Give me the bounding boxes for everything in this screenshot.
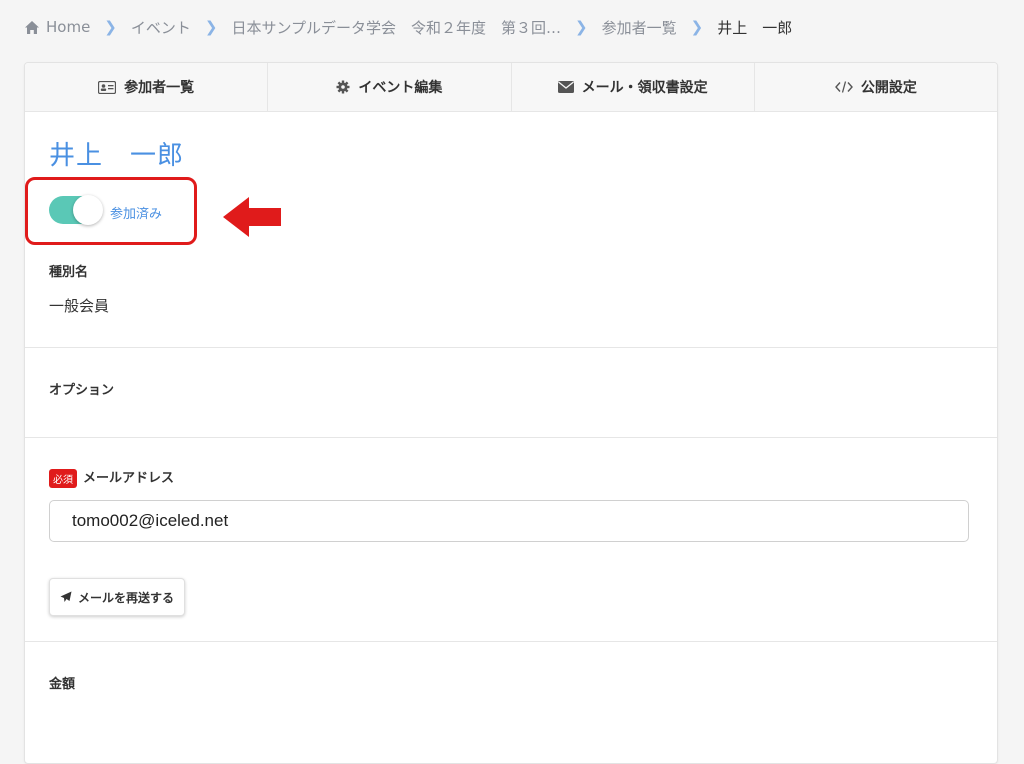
toggle-knob [73, 195, 103, 225]
email-label-row: 必須 メールアドレス [49, 467, 174, 488]
envelope-icon [557, 81, 574, 93]
breadcrumb-participants[interactable]: 参加者一覧 [602, 17, 677, 38]
tab-label: 参加者一覧 [124, 80, 195, 96]
breadcrumb-home[interactable]: Home [24, 18, 90, 36]
tab-participants[interactable]: 参加者一覧 [25, 63, 269, 111]
tab-mail-receipt[interactable]: メール・領収書設定 [512, 63, 755, 111]
tab-event-edit[interactable]: イベント編集 [268, 63, 512, 111]
chevron-right-icon: ❯ [204, 18, 218, 36]
breadcrumb: Home ❯ イベント ❯ 日本サンプルデータ学会 令和２年度 第３回… ❯ 参… [24, 14, 792, 40]
id-card-icon [98, 80, 117, 94]
breadcrumb-current: 井上 一郎 [717, 18, 793, 37]
chevron-right-icon: ❯ [690, 18, 704, 36]
required-badge: 必須 [49, 469, 77, 488]
participant-card: 参加者一覧 イベント編集 メール・領収書設定 公開設定 井上 一郎 参加済み 種 [24, 62, 998, 764]
arrow-left-icon [223, 197, 281, 237]
breadcrumb-event-name[interactable]: 日本サンプルデータ学会 令和２年度 第３回… [231, 17, 561, 38]
tab-label: イベント編集 [358, 80, 443, 96]
paper-plane-icon [60, 591, 72, 603]
resend-email-button[interactable]: メールを再送する [49, 578, 186, 616]
divider [25, 347, 997, 348]
home-icon [24, 20, 40, 36]
participant-name: 井上 一郎 [49, 141, 185, 171]
attendance-label: 参加済み [110, 207, 163, 222]
code-icon [834, 81, 853, 93]
chevron-right-icon: ❯ [104, 18, 117, 36]
type-label: 種別名 [49, 265, 89, 280]
gear-icon [336, 80, 350, 94]
email-label: メールアドレス [83, 471, 175, 486]
tab-label: 公開設定 [860, 80, 917, 96]
breadcrumb-home-label: Home [46, 18, 91, 36]
divider [25, 437, 997, 438]
tab-publish-settings[interactable]: 公開設定 [755, 63, 997, 111]
email-field[interactable] [49, 500, 969, 542]
divider [25, 641, 997, 642]
amount-label: 金額 [49, 677, 76, 692]
attendance-toggle[interactable] [49, 195, 103, 225]
type-value: 一般会員 [49, 297, 110, 315]
tab-label: メール・領収書設定 [581, 80, 708, 96]
resend-button-label: メールを再送する [78, 590, 175, 605]
tab-bar: 参加者一覧 イベント編集 メール・領収書設定 公開設定 [25, 63, 997, 112]
breadcrumb-event[interactable]: イベント [131, 17, 191, 38]
chevron-right-icon: ❯ [575, 18, 588, 36]
option-label: オプション [49, 383, 115, 398]
